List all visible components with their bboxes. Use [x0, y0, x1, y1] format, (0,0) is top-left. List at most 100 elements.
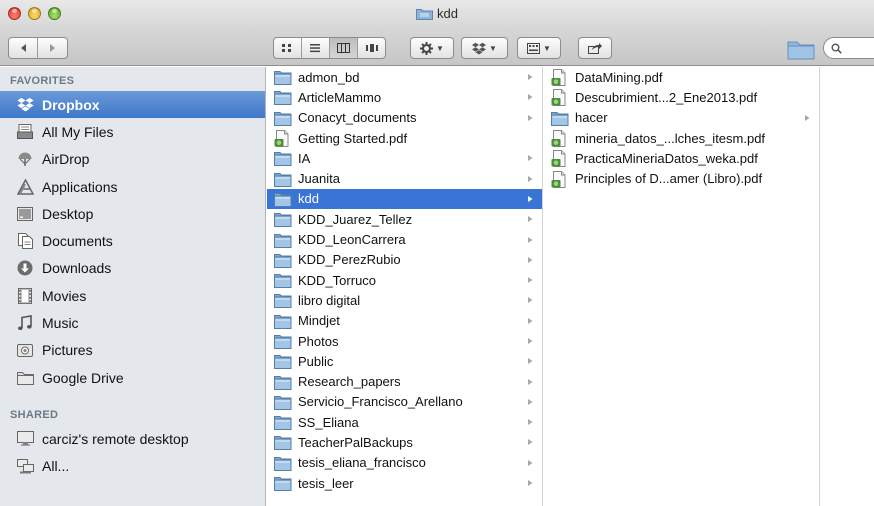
- list-item-label: Juanita: [298, 171, 340, 187]
- list-item-label: KDD_Juarez_Tellez: [298, 211, 413, 227]
- list-view-button[interactable]: [302, 38, 330, 58]
- list-item[interactable]: IA: [267, 148, 542, 168]
- list-item-label: TeacherPalBackups: [298, 434, 413, 450]
- list-item[interactable]: Servicio_Francisco_Arellano: [267, 392, 542, 412]
- list-item[interactable]: mineria_datos_...lches_itesm.pdf: [544, 128, 819, 148]
- sidebar-item-airdrop[interactable]: AirDrop: [0, 146, 265, 173]
- list-item-label: DataMining.pdf: [575, 69, 663, 85]
- list-item[interactable]: Conacyt_documents: [267, 108, 542, 128]
- list-item[interactable]: kdd: [267, 188, 542, 210]
- forward-button[interactable]: [38, 38, 66, 58]
- list-item[interactable]: tesis_eliana_francisco: [267, 453, 542, 473]
- chevron-right-icon: [526, 479, 534, 487]
- list-item[interactable]: libro digital: [267, 290, 542, 310]
- sidebar-item-desktop[interactable]: Desktop: [0, 200, 265, 227]
- sidebar-item-dropbox[interactable]: Dropbox: [0, 91, 265, 119]
- view-mode-control: [273, 37, 386, 59]
- chevron-right-icon: [526, 418, 534, 426]
- sidebar-item-applications[interactable]: Applications: [0, 173, 265, 200]
- folder-icon: [274, 150, 292, 167]
- list-item[interactable]: Getting Started.pdf: [267, 128, 542, 148]
- list-item-label: IA: [298, 150, 311, 166]
- list-item[interactable]: KDD_PerezRubio: [267, 250, 542, 270]
- folder-icon: [274, 455, 292, 471]
- search-input[interactable]: [823, 37, 874, 59]
- list-item-label: tesis_leer: [298, 475, 354, 491]
- chevron-right-icon: [526, 215, 534, 223]
- list-item[interactable]: KDD_Torruco: [267, 270, 542, 290]
- list-item[interactable]: Principles of D...amer (Libro).pdf: [544, 168, 819, 188]
- chevron-right-icon: [526, 337, 534, 345]
- pdf-file-icon: [551, 170, 569, 188]
- arrange-menu-button[interactable]: ▼: [517, 37, 561, 59]
- chevron-right-icon: [526, 378, 534, 386]
- network-icon: [16, 457, 34, 475]
- column-view-icon: [336, 43, 350, 53]
- window-toolbar: kdd ▼ ▼ ▼: [0, 0, 874, 66]
- chevron-right-icon: [526, 114, 534, 122]
- desktop-icon: [16, 205, 34, 223]
- list-item[interactable]: Photos: [267, 331, 542, 351]
- list-item[interactable]: ArticleMammo: [267, 87, 542, 107]
- list-item[interactable]: Research_papers: [267, 371, 542, 391]
- dropbox-menu-button[interactable]: ▼: [461, 37, 508, 59]
- sidebar-item-pictures[interactable]: Pictures: [0, 337, 265, 364]
- column-kdd[interactable]: DataMining.pdf Descubrimient...2_Ene2013.…: [544, 67, 820, 506]
- list-item[interactable]: admon_bd: [267, 67, 542, 87]
- list-item[interactable]: Mindjet: [267, 311, 542, 331]
- column-empty[interactable]: [821, 67, 874, 506]
- folder-icon: [551, 110, 569, 126]
- folder-icon: [274, 292, 292, 309]
- sidebar-item-all-shared[interactable]: All...: [0, 453, 265, 480]
- sidebar-item-downloads[interactable]: Downloads: [0, 255, 265, 282]
- list-item-label: Research_papers: [298, 374, 401, 390]
- list-item-label: mineria_datos_...lches_itesm.pdf: [575, 130, 766, 146]
- list-item[interactable]: KDD_Juarez_Tellez: [267, 209, 542, 229]
- list-item-label: SS_Eliana: [298, 414, 359, 430]
- list-item[interactable]: Public: [267, 351, 542, 371]
- action-menu-button[interactable]: ▼: [410, 37, 454, 59]
- icon-view-icon: [281, 43, 293, 53]
- share-icon: [588, 42, 602, 54]
- column-dropbox[interactable]: admon_bd ArticleMammo Conacyt_documents Get…: [267, 67, 543, 506]
- icon-view-button[interactable]: [274, 38, 302, 58]
- coverflow-view-button[interactable]: [358, 38, 386, 58]
- list-item-label: Mindjet: [298, 313, 340, 329]
- sidebar-item-documents[interactable]: Documents: [0, 227, 265, 254]
- sidebar-item-label: Applications: [42, 178, 118, 195]
- sidebar-item-remote-desktop[interactable]: carciz's remote desktop: [0, 425, 265, 452]
- sidebar-item-label: Pictures: [42, 342, 93, 359]
- list-item[interactable]: SS_Eliana: [267, 412, 542, 432]
- list-item[interactable]: Juanita: [267, 168, 542, 188]
- chevron-right-icon: [526, 236, 534, 244]
- chevron-right-icon: [526, 93, 534, 101]
- list-item[interactable]: PracticaMineriaDatos_weka.pdf: [544, 148, 819, 168]
- list-item-label: Descubrimient...2_Ene2013.pdf: [575, 89, 758, 105]
- downloads-icon: [16, 259, 34, 277]
- chevron-down-icon: ▼: [543, 43, 551, 53]
- sidebar-item-all-my-files[interactable]: All My Files: [0, 118, 265, 145]
- list-item[interactable]: hacer: [544, 108, 819, 128]
- list-item[interactable]: Descubrimient...2_Ene2013.pdf: [544, 87, 819, 107]
- column-view-button[interactable]: [329, 38, 358, 58]
- list-item[interactable]: TeacherPalBackups: [267, 432, 542, 452]
- folder-icon: [274, 333, 292, 349]
- pdf-file-icon: [551, 69, 569, 87]
- list-item-label: hacer: [575, 110, 608, 126]
- folder-icon: [274, 414, 292, 431]
- chevron-right-icon: [526, 256, 534, 264]
- sidebar-item-movies[interactable]: Movies: [0, 282, 265, 309]
- sidebar-item-music[interactable]: Music: [0, 309, 265, 336]
- sidebar-item-label: Downloads: [42, 260, 112, 277]
- back-button[interactable]: [10, 38, 38, 58]
- list-item[interactable]: DataMining.pdf: [544, 67, 819, 87]
- share-button[interactable]: [578, 37, 612, 59]
- nav-buttons: [8, 37, 68, 59]
- forward-icon: [47, 43, 57, 53]
- list-item-label: Servicio_Francisco_Arellano: [298, 394, 463, 410]
- list-item-label: Getting Started.pdf: [298, 130, 408, 146]
- list-item[interactable]: KDD_LeonCarrera: [267, 229, 542, 249]
- list-item[interactable]: tesis_leer: [267, 473, 542, 493]
- list-item-label: admon_bd: [298, 69, 360, 85]
- sidebar-item-google-drive[interactable]: Google Drive: [0, 364, 265, 391]
